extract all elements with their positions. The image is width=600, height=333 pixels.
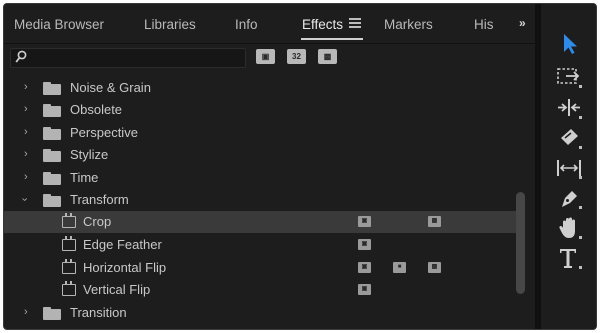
yuv-badge-icon: ▩ — [428, 262, 441, 273]
tab-libraries[interactable]: Libraries — [144, 17, 196, 32]
tree-folder-time[interactable]: › Time — [4, 167, 520, 189]
effect-icon — [62, 259, 76, 274]
tree-item-label: Obsolete — [70, 102, 123, 117]
tree-effect-horizontal-flip[interactable]: Horizontal Flip ▣ ■ ▩ — [4, 257, 520, 279]
tab-effects[interactable]: Effects — [302, 17, 343, 32]
chevron-right-icon[interactable]: › — [24, 127, 28, 138]
tab-overflow-icon[interactable]: » — [519, 16, 526, 30]
ripple-edit-icon — [558, 99, 582, 119]
pen-icon — [562, 191, 582, 209]
chevron-right-icon[interactable]: › — [24, 149, 28, 160]
folder-icon — [43, 127, 61, 140]
yuv-badge-icon: ▩ — [428, 216, 441, 227]
accelerated-badge-icon: ▣ — [358, 284, 371, 295]
tab-info[interactable]: Info — [235, 17, 258, 32]
type-icon — [560, 249, 582, 269]
tree-folder-stylize[interactable]: › Stylize — [4, 144, 520, 166]
track-select-tool-button[interactable] — [554, 64, 584, 90]
tab-history[interactable]: His — [474, 17, 494, 32]
search-input[interactable] — [10, 48, 246, 68]
hand-tool-button[interactable] — [554, 215, 584, 241]
panel-tab-bar: Media Browser Libraries Info Effects Mar… — [4, 4, 535, 44]
tools-panel — [541, 4, 596, 329]
32-bit-badge-icon: ■ — [393, 262, 406, 273]
tree-item-label: Edge Feather — [83, 237, 162, 252]
folder-icon — [43, 149, 61, 162]
folder-icon — [43, 307, 61, 320]
tree-folder-transition[interactable]: › Transition — [4, 302, 520, 324]
tree-item-label: Noise & Grain — [70, 80, 151, 95]
tree-item-label: Transform — [70, 192, 129, 207]
slip-icon — [557, 160, 582, 179]
tree-folder-noise-grain[interactable]: › Noise & Grain — [4, 77, 520, 99]
tab-media-browser[interactable]: Media Browser — [14, 17, 104, 32]
pen-tool-button[interactable] — [554, 185, 584, 211]
effects-tree: › Noise & Grain › Obsolete › Perspective… — [4, 77, 520, 329]
panel-menu-icon[interactable] — [349, 18, 361, 28]
hand-icon — [559, 217, 582, 239]
tree-effect-crop[interactable]: Crop ▣ ▩ — [4, 211, 520, 233]
tree-item-label: Transition — [70, 305, 127, 320]
slip-tool-button[interactable] — [554, 155, 584, 181]
tree-item-label: Stylize — [70, 147, 109, 162]
accelerated-effects-filter-icon[interactable]: ▣ — [256, 49, 275, 64]
tree-folder-obsolete[interactable]: › Obsolete — [4, 99, 520, 121]
accelerated-badge-icon: ▣ — [358, 239, 371, 250]
tree-folder-perspective[interactable]: › Perspective — [4, 122, 520, 144]
chevron-right-icon[interactable]: › — [24, 172, 28, 183]
type-tool-button[interactable] — [554, 245, 584, 271]
tree-effect-edge-feather[interactable]: Edge Feather ▣ — [4, 234, 520, 256]
effect-icon — [62, 236, 76, 251]
effect-icon — [62, 281, 76, 296]
chevron-down-icon[interactable]: › — [18, 198, 30, 202]
yuv-filter-icon[interactable]: ▩ — [318, 49, 337, 64]
scrollbar-thumb[interactable] — [516, 192, 525, 294]
folder-icon — [43, 82, 61, 95]
razor-icon — [561, 129, 582, 149]
effect-icon — [62, 213, 76, 228]
razor-tool-button[interactable] — [554, 125, 584, 151]
tree-item-label: Vertical Flip — [83, 282, 151, 297]
folder-icon — [43, 104, 61, 117]
arrow-icon — [564, 34, 577, 54]
tree-folder-transform[interactable]: › Transform — [4, 189, 520, 211]
tree-effect-vertical-flip[interactable]: Vertical Flip ▣ — [4, 279, 520, 301]
selection-tool-button[interactable] — [554, 31, 584, 57]
folder-icon — [43, 172, 61, 185]
tab-markers[interactable]: Markers — [384, 17, 433, 32]
active-tab-indicator — [301, 38, 363, 40]
chevron-right-icon[interactable]: › — [24, 307, 28, 318]
search-icon — [15, 50, 27, 67]
accelerated-badge-icon: ▣ — [358, 262, 371, 273]
folder-icon — [43, 194, 61, 207]
tree-item-label: Crop — [83, 214, 112, 229]
effects-panel-window: Media Browser Libraries Info Effects Mar… — [3, 3, 597, 330]
tree-item-label: Time — [70, 170, 99, 185]
32-bit-filter-icon[interactable]: 32 — [287, 49, 306, 64]
accelerated-badge-icon: ▣ — [358, 216, 371, 227]
chevron-right-icon[interactable]: › — [24, 82, 28, 93]
tree-item-label: Perspective — [70, 125, 138, 140]
effects-search-row: ▣ 32 ▩ — [4, 44, 535, 74]
chevron-right-icon[interactable]: › — [24, 104, 28, 115]
track-select-icon — [557, 68, 582, 88]
tree-item-label: Horizontal Flip — [83, 260, 167, 275]
ripple-edit-tool-button[interactable] — [554, 95, 584, 121]
